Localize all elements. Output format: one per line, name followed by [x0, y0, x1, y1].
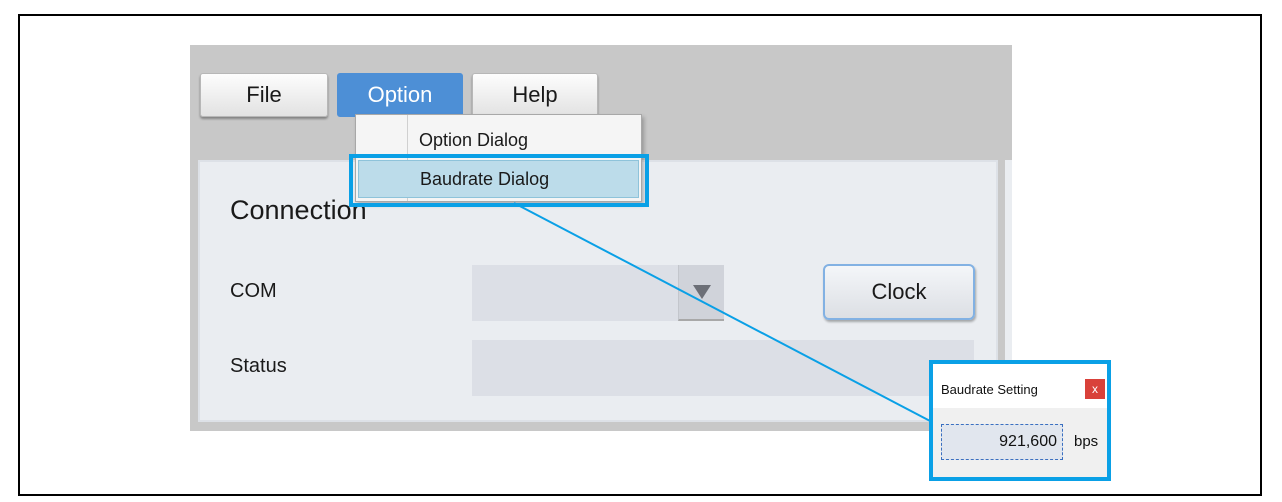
- dialog-body: 921,600 bps: [933, 408, 1107, 477]
- status-field: [472, 340, 974, 396]
- clock-button[interactable]: Clock: [823, 264, 975, 320]
- combo-dropdown-button[interactable]: [678, 265, 724, 321]
- com-label: COM: [230, 280, 277, 302]
- menu-help[interactable]: Help: [472, 73, 598, 117]
- baudrate-unit-label: bps: [1074, 433, 1099, 450]
- connection-title: Connection: [230, 195, 367, 225]
- status-label: Status: [230, 355, 287, 377]
- close-icon[interactable]: x: [1085, 379, 1105, 399]
- dialog-title: Baudrate Setting: [941, 382, 1038, 397]
- app-window: File Option Help Connection COM Status C…: [190, 45, 1012, 431]
- callout-highlight-box: [349, 154, 649, 207]
- menu-option[interactable]: Option: [337, 73, 463, 117]
- baudrate-setting-dialog: Baudrate Setting x 921,600 bps: [929, 360, 1111, 481]
- triangle-down-icon: [692, 285, 711, 299]
- menu-file[interactable]: File: [200, 73, 328, 117]
- baudrate-input[interactable]: 921,600: [941, 424, 1063, 460]
